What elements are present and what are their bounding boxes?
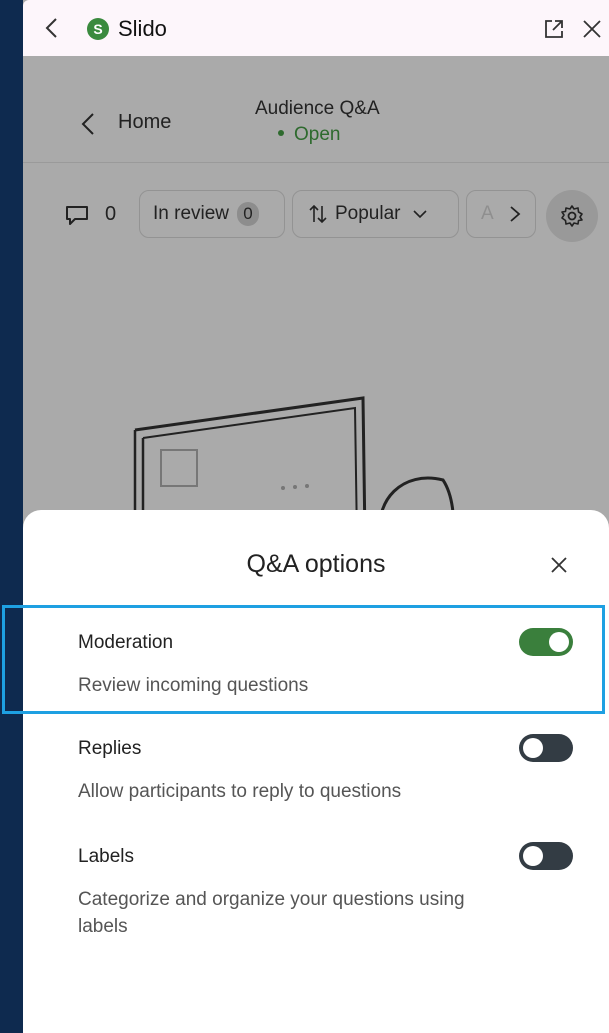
- labels-toggle[interactable]: [519, 842, 573, 870]
- replies-description: Allow participants to reply to questions: [78, 781, 402, 802]
- chevron-left-icon[interactable]: [81, 112, 95, 136]
- toggle-knob: [523, 846, 543, 866]
- more-filters-label: A: [481, 203, 494, 224]
- session-header: Home Audience Q&A Open: [23, 56, 609, 163]
- slido-panel: S Slido Home Audience Q&A Open 0 In revi…: [23, 0, 609, 1033]
- moderation-toggle[interactable]: [519, 628, 573, 656]
- replies-toggle[interactable]: [519, 734, 573, 762]
- sort-dropdown[interactable]: Popular: [292, 190, 459, 238]
- session-status: Open: [278, 124, 340, 146]
- in-review-badge: 0: [237, 202, 260, 226]
- qa-options-sheet: Q&A options Moderation Review incoming q…: [23, 510, 609, 1033]
- close-icon[interactable]: [549, 555, 569, 575]
- more-filters-chip[interactable]: A: [466, 190, 536, 238]
- labels-label: Labels: [78, 846, 134, 867]
- title-bar: S Slido: [23, 0, 609, 56]
- open-external-icon[interactable]: [543, 18, 565, 40]
- replies-label: Replies: [78, 738, 142, 759]
- in-review-label: In review: [153, 203, 230, 224]
- comment-count: 0: [105, 203, 117, 225]
- chevron-right-icon[interactable]: [509, 205, 521, 223]
- sheet-title: Q&A options: [246, 550, 386, 578]
- replies-option: Replies Allow participants to reply to q…: [23, 734, 609, 838]
- settings-button[interactable]: [546, 190, 598, 242]
- close-window-icon[interactable]: [581, 18, 603, 40]
- toggle-knob: [523, 738, 543, 758]
- home-link[interactable]: Home: [118, 111, 171, 134]
- status-text: Open: [294, 124, 341, 145]
- sort-label: Popular: [335, 203, 401, 224]
- chevron-down-icon: [412, 210, 427, 219]
- back-icon[interactable]: [41, 16, 63, 40]
- labels-description: Categorize and organize your questions u…: [78, 889, 465, 937]
- labels-option: Labels Categorize and organize your ques…: [23, 842, 609, 946]
- slido-logo-icon: S: [87, 18, 109, 40]
- sort-icon: [309, 204, 327, 224]
- gear-icon: [561, 205, 583, 227]
- comment-icon: [66, 206, 88, 225]
- moderation-label: Moderation: [78, 632, 174, 653]
- in-review-filter[interactable]: In review 0: [139, 190, 285, 238]
- moderation-option: Moderation Review incoming questions: [23, 628, 609, 732]
- toggle-knob: [549, 632, 569, 652]
- filter-row: 0 In review 0 Popular A: [23, 188, 609, 244]
- moderation-description: Review incoming questions: [78, 675, 309, 696]
- app-title: Slido: [118, 16, 167, 41]
- status-dot-icon: [278, 129, 284, 136]
- session-title: Audience Q&A: [255, 98, 380, 119]
